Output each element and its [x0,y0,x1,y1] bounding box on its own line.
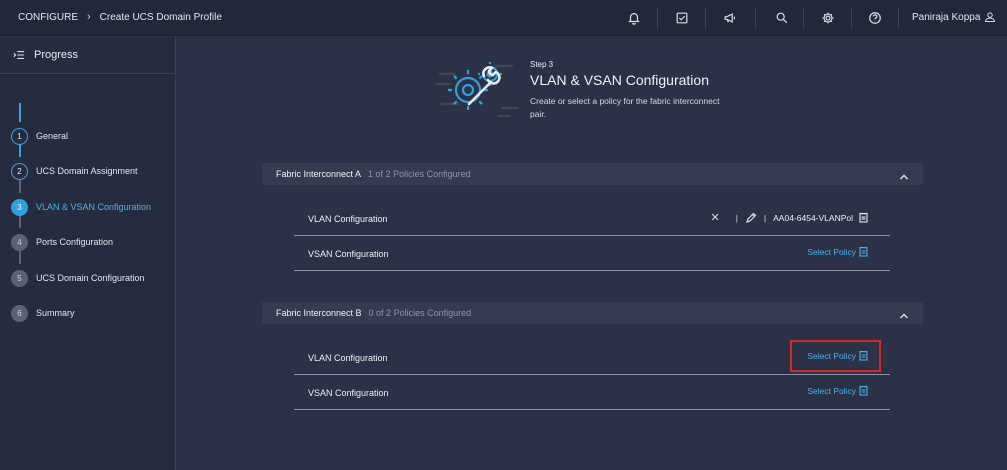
toolbar-divider [803,7,804,29]
step-ucs-domain-assignment[interactable]: 2 UCS Domain Assignment [0,159,176,183]
fabric-a-header[interactable]: Fabric Interconnect A 1 of 2 Policies Co… [262,163,923,185]
assigned-policy-name[interactable]: AA04-6454-VLANPol [773,213,853,223]
toolbar-divider [898,7,899,29]
breadcrumb-current: Create UCS Domain Profile [99,11,222,23]
step-label: Ports Configuration [36,237,114,247]
megaphone-icon[interactable] [721,9,739,27]
step-label: Summary [36,308,75,318]
toolbar-divider [755,7,756,29]
step-number: 4 [11,233,28,251]
select-policy-label: Select Policy [807,246,856,257]
fabric-b-name: Fabric Interconnect B [276,308,362,318]
toolbar-divider [657,7,658,29]
fabric-a-name: Fabric Interconnect A [276,169,362,179]
user-menu[interactable]: Paniraja Koppa [912,11,996,23]
step-number: 2 [11,162,28,180]
bell-icon[interactable] [625,9,643,27]
user-icon [985,12,996,22]
row-label: VSAN Configuration [308,388,389,398]
checklist-icon[interactable] [673,9,691,27]
user-name: Paniraja Koppa [912,11,981,23]
step-ucs-domain-configuration[interactable]: 5 UCS Domain Configuration [0,266,176,290]
search-icon[interactable] [773,9,791,27]
gear-icon[interactable] [819,9,837,27]
gear-wrench-illustration-icon [434,56,520,120]
step-label: UCS Domain Configuration [36,273,145,283]
step-number: 6 [11,304,28,322]
select-policy-button[interactable]: Select Policy [807,246,868,257]
step-vlan-vsan-configuration[interactable]: 3 VLAN & VSAN Configuration [0,195,176,219]
step-label: UCS Domain Assignment [36,166,138,176]
divider: | [735,212,738,223]
row-label: VLAN Configuration [308,214,388,224]
step-label: VLAN & VSAN Configuration [36,202,152,212]
edit-pencil-icon[interactable] [745,212,757,224]
fabric-b-vsan-row: VSAN Configuration Select Policy [294,375,890,410]
progress-title: Progress [34,49,79,61]
policy-document-icon[interactable] [859,212,868,223]
toolbar-divider [705,7,706,29]
assigned-policy: ✕ | | AA04-6454-VLANPol [710,211,868,224]
fabric-b-header[interactable]: Fabric Interconnect B 0 of 2 Policies Co… [262,302,923,324]
collapse-menu-icon[interactable] [13,49,25,61]
remove-policy-icon[interactable]: ✕ [710,211,719,224]
fabric-a-count: 1 of 2 Policies Configured [368,169,471,179]
row-label: VSAN Configuration [308,249,389,259]
step-general[interactable]: 1 General [0,124,176,148]
step-number: 3 [11,198,28,216]
step-number-label: Step 3 [530,60,554,69]
top-bar: CONFIGURE › Create UCS Domain Profile Pa… [0,0,1007,36]
step-summary[interactable]: 6 Summary [0,301,176,325]
divider: | [763,212,767,223]
step-label: General [36,131,69,141]
select-policy-label: Select Policy [807,385,856,396]
highlight-box [790,340,881,372]
toolbar-divider [851,7,852,29]
chevron-right-icon: › [87,11,91,23]
breadcrumb: CONFIGURE › Create UCS Domain Profile [18,11,222,23]
fabric-a-vsan-row: VSAN Configuration Select Policy [294,236,890,271]
progress-header: Progress [0,37,175,74]
chevron-up-icon[interactable] [899,169,909,180]
page-description: Create or select a policy for the fabric… [530,96,720,119]
step-ports-configuration[interactable]: 4 Ports Configuration [0,230,176,254]
step-number: 5 [11,269,28,287]
step-connector [19,103,21,122]
progress-sidebar: Progress 1 General 2 UCS Domain Assignme… [0,37,176,470]
chevron-up-icon[interactable] [899,308,909,319]
policy-document-icon [859,246,868,257]
breadcrumb-configure[interactable]: CONFIGURE [18,12,78,23]
policy-document-icon [859,385,868,396]
help-icon[interactable] [866,9,884,27]
fabric-b-count: 0 of 2 Policies Configured [368,308,472,318]
fabric-a-vlan-row: VLAN Configuration ✕ | | AA04-6454-VLANP… [294,201,890,236]
page-title: VLAN & VSAN Configuration [530,72,709,88]
row-label: VLAN Configuration [308,353,388,363]
step-number: 1 [11,127,28,145]
select-policy-button[interactable]: Select Policy [807,385,868,396]
